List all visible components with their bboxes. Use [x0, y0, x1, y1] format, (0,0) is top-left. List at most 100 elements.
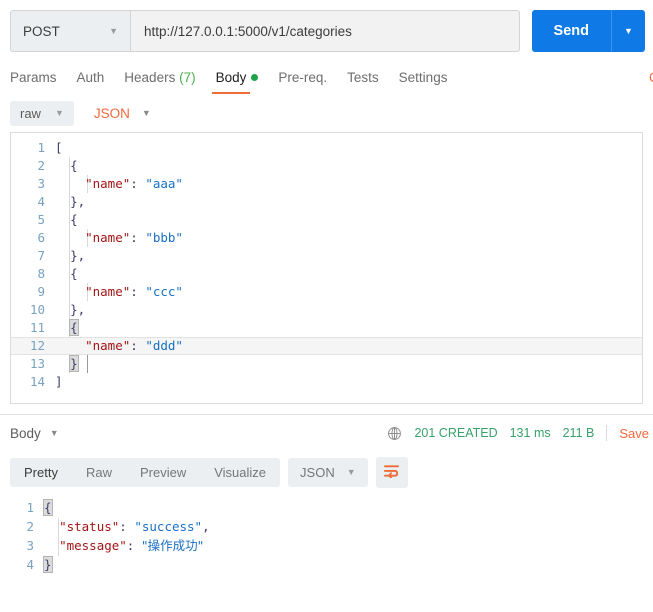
- line-number: 10: [29, 302, 45, 317]
- code-line: 1{: [0, 499, 653, 518]
- code-text: }: [43, 556, 653, 575]
- tab-body[interactable]: Body: [211, 70, 259, 94]
- line-number: 2: [26, 519, 34, 534]
- request-url-input[interactable]: [130, 10, 520, 52]
- code-token-str: "操作成功": [141, 538, 204, 553]
- code-line: 5 {: [11, 211, 642, 229]
- cookies-link[interactable]: Cookies: [649, 70, 653, 85]
- code-token-key: "status": [59, 519, 120, 534]
- line-number: 3: [37, 176, 45, 191]
- code-token-brace: {: [69, 319, 79, 336]
- code-text: },: [55, 193, 642, 211]
- request-body-editor[interactable]: 1[2 {3 "name": "aaa" 4 }, 5 {6 "name": "bb…: [10, 132, 643, 404]
- tab-headers[interactable]: Headers (7): [124, 70, 195, 94]
- response-tab-raw[interactable]: Raw: [72, 458, 126, 487]
- code-token-punct: [: [55, 140, 63, 155]
- body-modified-dot-icon: [251, 74, 259, 81]
- response-tab-raw-label: Raw: [85, 464, 112, 480]
- response-section-label: Body: [10, 425, 41, 441]
- code-token-brace: },: [70, 194, 86, 209]
- response-tab-preview[interactable]: Preview: [126, 458, 200, 487]
- response-body-viewer[interactable]: 1{2 "status": "success", 3 "message": "操作…: [0, 493, 653, 575]
- response-tab-pretty[interactable]: Pretty: [10, 458, 72, 487]
- response-code-area[interactable]: 1{2 "status": "success", 3 "message": "操作…: [0, 499, 653, 575]
- code-token-brace: {: [70, 158, 78, 173]
- code-token-brace: }: [69, 355, 79, 372]
- code-token-comma: ,: [202, 519, 210, 534]
- chevron-down-icon: ▼: [109, 25, 118, 36]
- code-text: [: [55, 139, 642, 157]
- code-token-brace: {: [70, 266, 78, 281]
- tab-auth[interactable]: Auth: [77, 70, 105, 94]
- tab-tests-label: Tests: [347, 70, 379, 85]
- response-tab-visualize[interactable]: Visualize: [200, 458, 280, 487]
- send-options-button[interactable]: ▼: [611, 10, 645, 52]
- code-token-colon: :: [130, 338, 146, 353]
- code-line: 11 {: [11, 319, 642, 337]
- code-text: },: [55, 247, 642, 265]
- code-token-brace: },: [70, 248, 86, 263]
- tab-pre-request[interactable]: Pre-req.: [278, 70, 327, 94]
- tab-params-label: Params: [10, 70, 57, 85]
- send-button[interactable]: Send: [531, 10, 611, 52]
- code-text: "name": "ddd": [55, 337, 642, 355]
- response-section-select[interactable]: Body ▼: [10, 426, 59, 441]
- code-token-str: "aaa": [145, 176, 183, 191]
- chevron-down-icon: ▼: [54, 108, 64, 118]
- tab-tests[interactable]: Tests: [347, 70, 379, 94]
- response-meta: 201 CREATED 131 ms 211 B Save: [387, 425, 653, 441]
- body-format-value: JSON: [93, 105, 130, 121]
- request-tab-bar: Params Auth Headers (7) Body Pre-req. Te…: [0, 52, 653, 94]
- chevron-down-icon: ▼: [49, 428, 59, 438]
- tab-settings-label: Settings: [398, 70, 448, 85]
- line-number: 5: [37, 212, 45, 227]
- request-code-area[interactable]: 1[2 {3 "name": "aaa" 4 }, 5 {6 "name": "bb…: [11, 133, 642, 391]
- code-token-colon: :: [130, 176, 146, 191]
- response-view-tabs: Pretty Raw Preview Visualize: [10, 457, 281, 487]
- code-text: {: [43, 499, 653, 518]
- response-tab-bar: Pretty Raw Preview Visualize JSON ▼: [0, 451, 653, 493]
- code-line: 3 "name": "aaa": [11, 175, 642, 193]
- code-text: "name": "aaa": [55, 175, 642, 193]
- line-number: 11: [29, 320, 45, 335]
- body-mode-select[interactable]: raw ▼: [10, 100, 74, 126]
- code-token-colon: :: [126, 538, 142, 553]
- code-line: 9 "name": "ccc": [11, 283, 642, 301]
- code-text: "name": "bbb": [55, 229, 642, 247]
- tab-settings[interactable]: Settings: [399, 70, 448, 94]
- code-line: 8 {: [11, 265, 642, 283]
- code-line: 2 {: [11, 157, 642, 175]
- line-number: 13: [29, 356, 45, 371]
- tab-params[interactable]: Params: [10, 70, 57, 94]
- chevron-down-icon: ▼: [141, 108, 151, 118]
- word-wrap-toggle-button[interactable]: [375, 456, 408, 488]
- line-number: 4: [26, 557, 34, 572]
- response-format-value: JSON: [300, 464, 335, 480]
- code-token-brace: }: [43, 556, 53, 573]
- tab-auth-label: Auth: [76, 70, 105, 85]
- response-tab-visualize-label: Visualize: [214, 464, 267, 480]
- line-number: 2: [37, 158, 45, 173]
- code-token-key: "name": [85, 338, 131, 353]
- tab-pre-request-label: Pre-req.: [278, 70, 328, 85]
- code-token-str: "success": [134, 519, 203, 534]
- line-number: 3: [26, 538, 34, 553]
- code-token-key: "message": [59, 538, 127, 553]
- body-type-bar: raw ▼ JSON ▼: [0, 94, 653, 132]
- code-text: "message": "操作成功": [44, 537, 653, 556]
- code-text: {: [55, 265, 642, 283]
- save-response-link[interactable]: Save: [619, 426, 649, 441]
- code-line: 6 "name": "bbb": [11, 229, 642, 247]
- line-number: 6: [37, 230, 45, 245]
- response-time: 131 ms: [509, 426, 551, 440]
- code-line: 12 "name": "ddd": [11, 337, 642, 355]
- http-method-select[interactable]: POST ▼: [10, 10, 130, 52]
- line-number: 4: [37, 194, 45, 209]
- line-number: 1: [37, 140, 45, 155]
- line-number: 1: [26, 500, 34, 515]
- code-token-colon: :: [130, 284, 146, 299]
- body-format-select[interactable]: JSON ▼: [88, 101, 157, 126]
- line-number: 7: [37, 248, 45, 263]
- response-format-select[interactable]: JSON ▼: [288, 457, 368, 487]
- send-button-group: Send ▼: [531, 10, 645, 52]
